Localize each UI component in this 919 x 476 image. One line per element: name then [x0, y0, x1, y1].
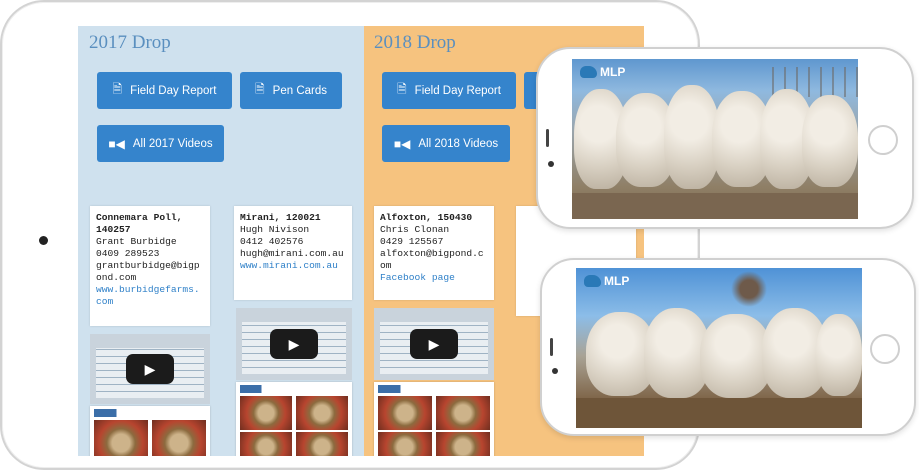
- field-day-report-button[interactable]: 🗎 Field Day Report: [97, 72, 232, 109]
- sheep: [816, 314, 862, 396]
- breeder-phone: 0409 289523: [96, 248, 160, 259]
- video-thumbnail[interactable]: ▶: [374, 308, 494, 380]
- sheep-video-screen[interactable]: MLP: [572, 59, 858, 219]
- phone-camera: [552, 368, 558, 374]
- fleece-image: [240, 432, 292, 456]
- breeder-name: Connemara Poll, 140257: [96, 212, 183, 235]
- video-camera-icon: ■◀: [393, 136, 411, 151]
- phone-speaker: [550, 338, 553, 356]
- drop-column-2017: 2017 Drop 🗎 Field Day Report 🗎 Pen Cards…: [78, 26, 364, 456]
- document-icon: 🗎: [112, 82, 123, 96]
- breeder-email: hugh@mirani.com.au: [240, 248, 344, 259]
- breeder-name: Mirani, 120021: [240, 212, 321, 223]
- play-icon[interactable]: ▶: [270, 329, 318, 359]
- breeder-card: Connemara Poll, 140257 Grant Burbidge 04…: [90, 206, 210, 326]
- fleece-image: [240, 396, 292, 430]
- sheep-logo-icon: [584, 275, 601, 287]
- fleece-report-thumbnail[interactable]: [236, 382, 352, 456]
- video-thumbnail[interactable]: ▶: [90, 334, 210, 404]
- breeder-contact: Chris Clonan: [380, 224, 450, 235]
- breeder-email: grantburbidge@bigpond.com: [96, 260, 200, 283]
- play-icon[interactable]: ▶: [410, 329, 458, 359]
- breeder-phone: 0429 125567: [380, 236, 444, 247]
- phone-top: MLP: [536, 47, 914, 229]
- ground: [572, 193, 858, 219]
- pen-cards-button[interactable]: 🗎 Pen Cards: [240, 72, 342, 109]
- breeder-name: Alfoxton, 150430: [380, 212, 473, 223]
- fleece-image: [378, 396, 432, 430]
- sheep: [802, 95, 858, 187]
- phone-speaker: [546, 129, 549, 147]
- tablet-camera: [39, 236, 48, 245]
- fleece-report-thumbnail[interactable]: [374, 382, 494, 456]
- button-label: All 2017 Videos: [132, 137, 213, 150]
- drop-title: 2018 Drop: [374, 32, 456, 53]
- facebook-link[interactable]: Facebook page: [380, 272, 488, 284]
- drop-title: 2017 Drop: [89, 32, 171, 53]
- breeder-phone: 0412 402576: [240, 236, 304, 247]
- breeder-card: Alfoxton, 150430 Chris Clonan 0429 12556…: [374, 206, 494, 300]
- fleece-report-thumbnail[interactable]: [90, 406, 210, 456]
- fleece-image: [296, 396, 348, 430]
- breeder-contact: Grant Burbidge: [96, 236, 177, 247]
- report-header: [240, 385, 348, 393]
- fleece-image: [152, 420, 206, 456]
- button-label: Field Day Report: [414, 84, 501, 97]
- home-button[interactable]: [868, 125, 898, 155]
- fleece-image: [436, 432, 490, 456]
- mlp-logo: MLP: [580, 65, 625, 79]
- document-icon: 🗎: [255, 82, 265, 96]
- breeder-contact: Hugh Nivison: [240, 224, 310, 235]
- field-day-report-button[interactable]: 🗎 Field Day Report: [382, 72, 516, 109]
- button-label: All 2018 Videos: [418, 137, 499, 150]
- breeder-website-link[interactable]: www.burbidgefarms.com: [96, 284, 204, 308]
- sheep-logo-icon: [580, 66, 597, 78]
- video-camera-icon: ■◀: [108, 136, 125, 151]
- fleece-image: [436, 396, 490, 430]
- phone-bottom: MLP: [540, 258, 916, 436]
- tree: [726, 270, 772, 308]
- video-thumbnail[interactable]: ▶: [236, 308, 352, 380]
- mlp-logo: MLP: [584, 274, 629, 288]
- report-header: [378, 385, 490, 393]
- sheep-video-screen[interactable]: MLP: [576, 268, 862, 428]
- fleece-image: [296, 432, 348, 456]
- breeder-card: Mirani, 120021 Hugh Nivison 0412 402576 …: [234, 206, 352, 300]
- button-label: Field Day Report: [130, 84, 217, 97]
- document-icon: 🗎: [397, 82, 407, 96]
- breeder-website-link[interactable]: www.mirani.com.au: [240, 260, 346, 272]
- fleece-image: [94, 420, 148, 456]
- phone-camera: [548, 161, 554, 167]
- fleece-image: [378, 432, 432, 456]
- ground: [576, 398, 862, 428]
- all-videos-button[interactable]: ■◀ All 2018 Videos: [382, 125, 510, 162]
- report-header: [94, 409, 206, 417]
- home-button[interactable]: [870, 334, 900, 364]
- breeder-email: alfoxton@bigpond.com: [380, 248, 484, 271]
- button-label: Pen Cards: [272, 84, 327, 97]
- play-icon[interactable]: ▶: [126, 354, 174, 384]
- all-videos-button[interactable]: ■◀ All 2017 Videos: [97, 125, 224, 162]
